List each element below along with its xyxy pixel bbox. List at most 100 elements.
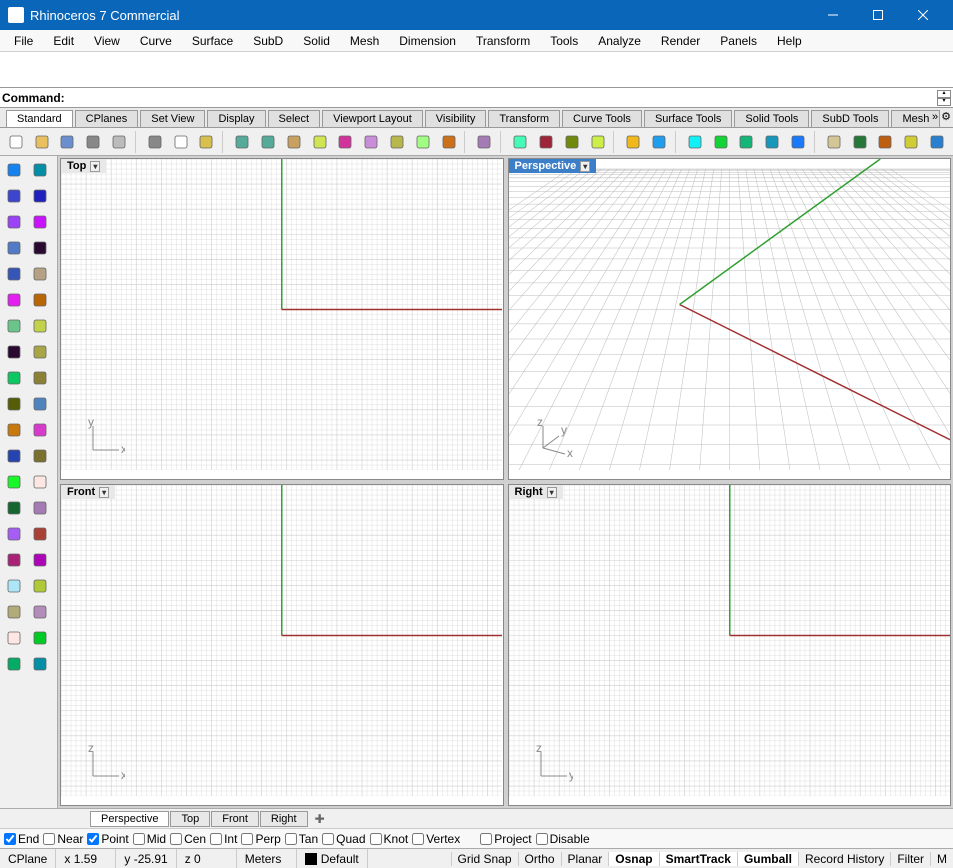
- menu-curve[interactable]: Curve: [130, 32, 182, 50]
- grid-tool[interactable]: [2, 470, 26, 494]
- command-input[interactable]: [69, 90, 937, 106]
- viewport-label[interactable]: Front▾: [61, 485, 115, 499]
- tool9-tool[interactable]: [28, 600, 52, 624]
- car-button[interactable]: [508, 130, 532, 154]
- osnap-end[interactable]: End: [4, 832, 39, 846]
- status-toggle-m[interactable]: M: [930, 852, 953, 866]
- osnap-perp[interactable]: Perp: [241, 832, 280, 846]
- gear-tool[interactable]: [2, 366, 26, 390]
- render5-button[interactable]: [786, 130, 810, 154]
- align-tool[interactable]: [28, 418, 52, 442]
- minimize-button[interactable]: [810, 0, 855, 30]
- menu-panels[interactable]: Panels: [710, 32, 767, 50]
- props-button[interactable]: [848, 130, 872, 154]
- osnap-project-checkbox[interactable]: [480, 833, 492, 845]
- osnap-point-checkbox[interactable]: [87, 833, 99, 845]
- viewport-label[interactable]: Perspective▾: [509, 159, 597, 173]
- undo-button[interactable]: [230, 130, 254, 154]
- osnap-int[interactable]: Int: [210, 832, 237, 846]
- cut-button[interactable]: [143, 130, 167, 154]
- tool10-tool[interactable]: [2, 626, 26, 650]
- layers-button[interactable]: [822, 130, 846, 154]
- arrow-tool[interactable]: [2, 158, 26, 182]
- render1-button[interactable]: [683, 130, 707, 154]
- toolbar-tab-curve-tools[interactable]: Curve Tools: [562, 110, 642, 127]
- status-toggle-grid-snap[interactable]: Grid Snap: [451, 852, 518, 866]
- status-toggle-planar[interactable]: Planar: [561, 852, 609, 866]
- status-toggle-gumball[interactable]: Gumball: [737, 852, 798, 866]
- status-layer[interactable]: Default: [297, 849, 368, 868]
- osnap-end-checkbox[interactable]: [4, 833, 16, 845]
- menu-dimension[interactable]: Dimension: [389, 32, 466, 50]
- extrude-tool[interactable]: [28, 340, 52, 364]
- toolbar-tab-surface-tools[interactable]: Surface Tools: [644, 110, 732, 127]
- redo-button[interactable]: [256, 130, 280, 154]
- osnap-cen[interactable]: Cen: [170, 832, 206, 846]
- viewport-tab-front[interactable]: Front: [211, 811, 259, 827]
- status-toggle-ortho[interactable]: Ortho: [518, 852, 561, 866]
- pt-pick-tool[interactable]: [28, 184, 52, 208]
- options-button[interactable]: [873, 130, 897, 154]
- osnap-tan-checkbox[interactable]: [285, 833, 297, 845]
- circle-tool[interactable]: [2, 210, 26, 234]
- osnap-knot[interactable]: Knot: [370, 832, 409, 846]
- osnap-mid[interactable]: Mid: [133, 832, 166, 846]
- tool6-tool[interactable]: [2, 574, 26, 598]
- pipe-tool[interactable]: [2, 340, 26, 364]
- ucs-button[interactable]: [560, 130, 584, 154]
- new-button[interactable]: [4, 130, 28, 154]
- menu-view[interactable]: View: [84, 32, 130, 50]
- osnap-disable[interactable]: Disable: [536, 832, 590, 846]
- osnap-cen-checkbox[interactable]: [170, 833, 182, 845]
- ptedit-tool[interactable]: [2, 418, 26, 442]
- toolbar-tab-select[interactable]: Select: [268, 110, 321, 127]
- toolbar-tab-cplanes[interactable]: CPlanes: [75, 110, 139, 127]
- poly-tool[interactable]: [2, 236, 26, 260]
- toolbar-tab-viewport-layout[interactable]: Viewport Layout: [322, 110, 423, 127]
- viewport-dropdown-icon[interactable]: ▾: [547, 487, 557, 498]
- menu-tools[interactable]: Tools: [540, 32, 588, 50]
- tool13-tool[interactable]: [28, 652, 52, 676]
- 4view-button[interactable]: [472, 130, 496, 154]
- light-button[interactable]: [621, 130, 645, 154]
- osnap-int-checkbox[interactable]: [210, 833, 222, 845]
- toolbar-tab-set-view[interactable]: Set View: [140, 110, 205, 127]
- menu-help[interactable]: Help: [767, 32, 812, 50]
- viewport-right[interactable]: Right▾yz: [508, 484, 952, 806]
- fillet-tool[interactable]: [28, 262, 52, 286]
- render3-button[interactable]: [735, 130, 759, 154]
- status-toggle-record-history[interactable]: Record History: [798, 852, 890, 866]
- copy-button[interactable]: [169, 130, 193, 154]
- add-viewport-tab[interactable]: ✚: [309, 811, 331, 827]
- status-toggle-filter[interactable]: Filter: [890, 852, 930, 866]
- status-toggle-smarttrack[interactable]: SmartTrack: [659, 852, 737, 866]
- menu-solid[interactable]: Solid: [293, 32, 340, 50]
- viewport-tab-top[interactable]: Top: [170, 811, 210, 827]
- viewport-label[interactable]: Top▾: [61, 159, 106, 173]
- osnap-knot-checkbox[interactable]: [370, 833, 382, 845]
- toolbar-tab-standard[interactable]: Standard: [6, 110, 73, 127]
- viewport-tab-right[interactable]: Right: [260, 811, 308, 827]
- menu-render[interactable]: Render: [651, 32, 710, 50]
- named-button[interactable]: [586, 130, 610, 154]
- pan-button[interactable]: [282, 130, 306, 154]
- surface-tool[interactable]: [28, 444, 52, 468]
- sphere-tool[interactable]: [28, 314, 52, 338]
- osnap-disable-checkbox[interactable]: [536, 833, 548, 845]
- grasshopper-button[interactable]: [899, 130, 923, 154]
- osnap-project[interactable]: Project: [480, 832, 531, 846]
- menu-subd[interactable]: SubD: [243, 32, 293, 50]
- tool7-tool[interactable]: [28, 574, 52, 598]
- status-cplane[interactable]: CPlane: [0, 849, 56, 868]
- tool1-tool[interactable]: [28, 496, 52, 520]
- lasso-tool[interactable]: [28, 158, 52, 182]
- lock-button[interactable]: [647, 130, 671, 154]
- menu-file[interactable]: File: [4, 32, 43, 50]
- toolbar-tab-transform[interactable]: Transform: [488, 110, 560, 127]
- zoomsel-button[interactable]: [385, 130, 409, 154]
- toolbar-tab-display[interactable]: Display: [207, 110, 265, 127]
- menu-mesh[interactable]: Mesh: [340, 32, 389, 50]
- pts-sel-tool[interactable]: [2, 184, 26, 208]
- tool8-tool[interactable]: [2, 600, 26, 624]
- viewport-dropdown-icon[interactable]: ▾: [99, 487, 109, 498]
